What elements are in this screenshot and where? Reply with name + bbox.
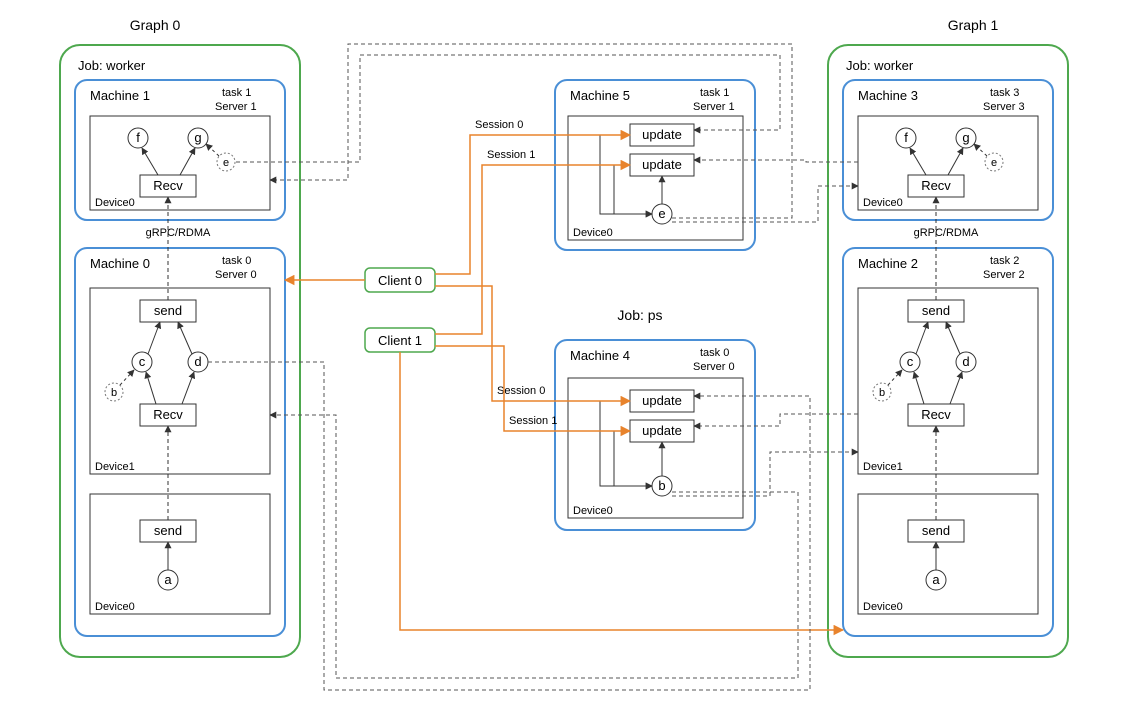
m2-send2-t: send [922, 523, 950, 538]
m4-b-t: b [658, 478, 665, 493]
m3e-to-m5 [694, 160, 858, 162]
machine2-server: Server 2 [983, 269, 1025, 281]
c0-s0-m4 [435, 286, 630, 401]
m0d-to-m4 [208, 362, 810, 690]
machine1-title: Machine 1 [90, 88, 150, 103]
m4b-to-m0 [270, 415, 798, 678]
machine5-device-label: Device0 [573, 227, 613, 239]
m2d-to-m4 [694, 414, 858, 426]
m0-c-t: c [139, 354, 146, 369]
machine3-server: Server 3 [983, 101, 1025, 113]
m4-upd0-t: update [642, 393, 682, 408]
machine1-task: task 1 [222, 87, 251, 99]
machine2-title: Machine 2 [858, 256, 918, 271]
m4-upd1-t: update [642, 423, 682, 438]
m3-recv-t: Recv [921, 178, 951, 193]
machine5-task: task 1 [700, 87, 729, 99]
machine0-title: Machine 0 [90, 256, 150, 271]
m2-a-t: a [932, 572, 940, 587]
machine4-title: Machine 4 [570, 348, 630, 363]
m3-f-t: f [904, 130, 908, 145]
m0-send1-t: send [154, 303, 182, 318]
graph0-outer [60, 45, 300, 657]
m2-b-t: b [879, 387, 885, 399]
transport-left: gRPC/RDMA [146, 227, 211, 239]
lbl-s0-top: Session 0 [475, 119, 523, 131]
m0-dev0 [90, 494, 270, 614]
machine5-title: Machine 5 [570, 88, 630, 103]
job-worker-right: Job: worker [846, 58, 914, 73]
m3-g-t: g [962, 130, 969, 145]
machine1-device-label: Device0 [95, 197, 135, 209]
m0-a-t: a [164, 572, 172, 587]
lbl-s1-bot: Session 1 [509, 415, 557, 427]
machine1-server: Server 1 [215, 101, 257, 113]
graph0-title: Graph 0 [130, 17, 181, 33]
machine3-device [858, 116, 1038, 210]
m2-dev0-label: Device0 [863, 601, 903, 613]
machine4-device-label: Device0 [573, 505, 613, 517]
machine3-title: Machine 3 [858, 88, 918, 103]
m2-dev1-label: Device1 [863, 461, 903, 473]
m0-recv-t: Recv [153, 407, 183, 422]
m1-e-t: e [223, 157, 229, 169]
transport-right: gRPC/RDMA [914, 227, 979, 239]
machine5-server: Server 1 [693, 101, 735, 113]
diagram: Graph 0 Job: worker Machine 1 task 1 Ser… [0, 0, 1128, 714]
machine2-task: task 2 [990, 255, 1019, 267]
machine0-task: task 0 [222, 255, 251, 267]
machine1-device [90, 116, 270, 210]
m1-g-t: g [194, 130, 201, 145]
machine3-task: task 3 [990, 87, 1019, 99]
graph1-title: Graph 1 [948, 17, 999, 33]
m4b-to-m2 [672, 452, 858, 496]
m5-upd0-t: update [642, 127, 682, 142]
m3-e-t: e [991, 157, 997, 169]
m0-b-t: b [111, 387, 117, 399]
m2-send1-t: send [922, 303, 950, 318]
machine3-device-label: Device0 [863, 197, 903, 209]
graph1-outer [828, 45, 1068, 657]
m2-dev0 [858, 494, 1038, 614]
machine0-server: Server 0 [215, 269, 257, 281]
m2-c-t: c [907, 354, 914, 369]
m0-dev0-label: Device0 [95, 601, 135, 613]
m1-recv-t: Recv [153, 178, 183, 193]
m5e-to-m3 [672, 186, 858, 222]
m5e-to-m1 [270, 44, 792, 218]
m5-e-t: e [658, 206, 665, 221]
m2-d-t: d [962, 354, 969, 369]
m2-recv-t: Recv [921, 407, 951, 422]
m0-dev1-label: Device1 [95, 461, 135, 473]
c1-to-m2 [400, 352, 843, 630]
client0-t: Client 0 [378, 273, 422, 288]
lbl-s1-top: Session 1 [487, 149, 535, 161]
m1-f-t: f [136, 130, 140, 145]
m0-send2-t: send [154, 523, 182, 538]
job-ps-label: Job: ps [617, 307, 662, 323]
job-worker-left: Job: worker [78, 58, 146, 73]
m5-upd1-t: update [642, 157, 682, 172]
m0-d-t: d [194, 354, 201, 369]
machine4-task: task 0 [700, 347, 729, 359]
client1-t: Client 1 [378, 333, 422, 348]
machine4-server: Server 0 [693, 361, 735, 373]
